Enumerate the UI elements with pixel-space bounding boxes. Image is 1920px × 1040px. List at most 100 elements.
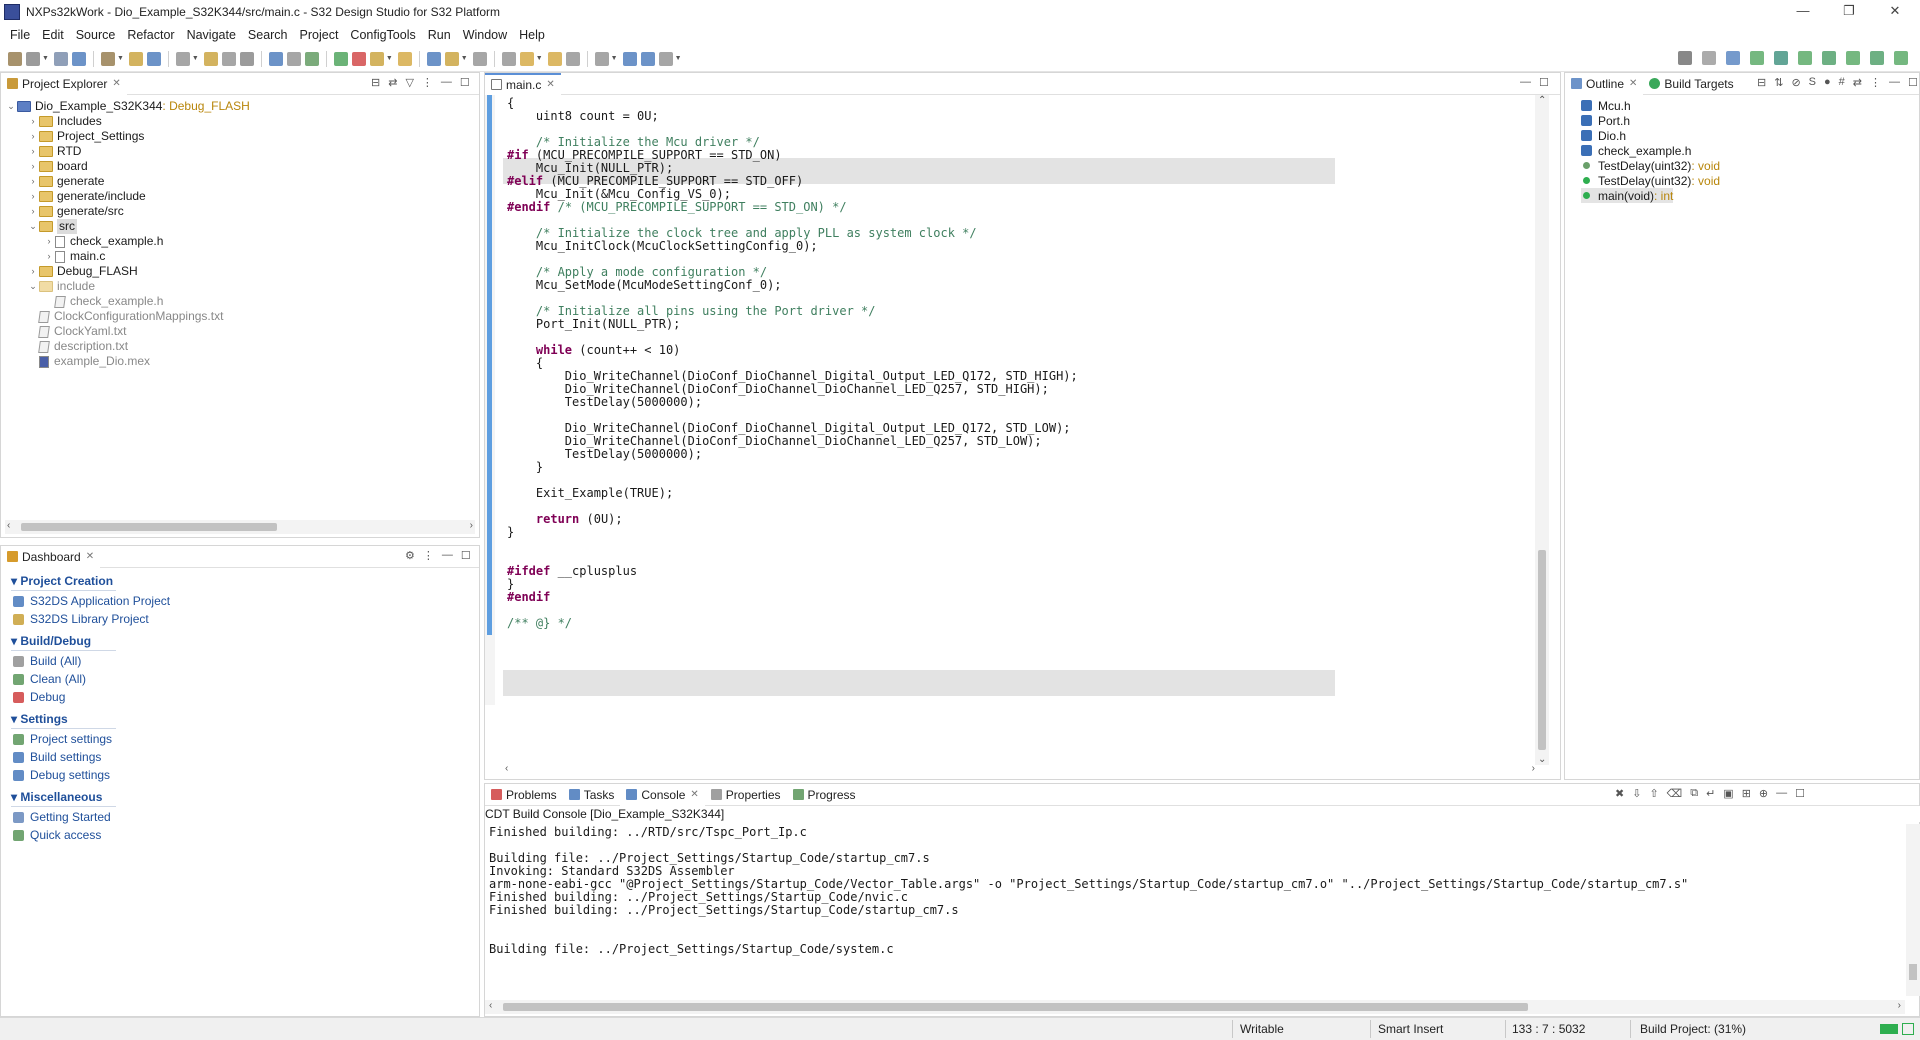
filter-icon[interactable]: ▽ bbox=[405, 76, 413, 89]
expand-chevron-icon[interactable]: › bbox=[43, 249, 55, 264]
outline-item[interactable]: TestDelay(uint32) : void bbox=[1581, 173, 1720, 188]
dashboard-link[interactable]: Build settings bbox=[13, 750, 101, 764]
tree-item[interactable]: › check_example.h bbox=[43, 234, 164, 249]
hide-static-icon[interactable]: S bbox=[1809, 76, 1816, 89]
minimize-view-icon[interactable]: — bbox=[1520, 76, 1531, 89]
perspective-icon[interactable] bbox=[622, 51, 637, 66]
project-root[interactable]: ⌄ Dio_Example_S32K344 : Debug_FLASH bbox=[5, 99, 250, 114]
outline-item[interactable]: main(void) : int bbox=[1581, 188, 1674, 203]
clear-console-icon[interactable]: ⌫ bbox=[1667, 787, 1683, 800]
cut-icon[interactable] bbox=[203, 51, 218, 66]
code-editor[interactable]: { uint8 count = 0U; /* Initialize the Mc… bbox=[485, 95, 1535, 755]
dashboard-link[interactable]: Quick access bbox=[13, 828, 101, 842]
tree-item[interactable]: › generate/include bbox=[27, 189, 146, 204]
last-edit-icon[interactable] bbox=[519, 51, 534, 66]
expand-chevron-icon[interactable]: › bbox=[27, 159, 39, 174]
pin-editor-icon[interactable] bbox=[594, 51, 609, 66]
tree-item[interactable]: ⌄ src bbox=[27, 219, 77, 234]
view-menu-icon[interactable]: ⋮ bbox=[422, 76, 433, 89]
perspective-2-icon[interactable] bbox=[1726, 51, 1740, 65]
search-icon[interactable] bbox=[1678, 51, 1692, 65]
menu-item-configtools[interactable]: ConfigTools bbox=[344, 28, 421, 42]
tree-item[interactable]: › generate/src bbox=[27, 204, 124, 219]
tree-item[interactable]: › Debug_FLASH bbox=[27, 264, 138, 279]
save-all-icon[interactable] bbox=[53, 51, 68, 66]
view-icon[interactable] bbox=[640, 51, 655, 66]
dropdown-arrow-icon[interactable]: ▼ bbox=[675, 55, 682, 62]
maximize-view-icon[interactable]: ☐ bbox=[1908, 76, 1918, 89]
tree-item[interactable]: check_example.h bbox=[43, 294, 163, 309]
minimize-view-icon[interactable]: — bbox=[1776, 787, 1787, 800]
outline-item[interactable]: Port.h bbox=[1581, 113, 1630, 128]
tab-dashboard[interactable]: Dashboard ✕ bbox=[1, 545, 101, 568]
group-includes-icon[interactable]: # bbox=[1839, 76, 1845, 89]
hide-nonpublic-icon[interactable]: ● bbox=[1824, 76, 1831, 89]
import-icon[interactable] bbox=[128, 51, 143, 66]
progress-view-icon[interactable] bbox=[1902, 1023, 1914, 1035]
show-whitespace-icon[interactable] bbox=[444, 51, 459, 66]
expand-chevron-icon[interactable]: › bbox=[27, 204, 39, 219]
expand-chevron-icon[interactable]: › bbox=[27, 144, 39, 159]
tree-item[interactable]: description.txt bbox=[27, 339, 128, 354]
dashboard-link[interactable]: Debug settings bbox=[13, 768, 110, 782]
expand-chevron-icon[interactable]: › bbox=[27, 189, 39, 204]
collapse-all-icon[interactable]: ⊟ bbox=[371, 76, 380, 89]
toggle-highlight-icon[interactable] bbox=[426, 51, 441, 66]
scroll-thumb[interactable] bbox=[503, 1003, 1528, 1011]
console-vertical-scrollbar[interactable] bbox=[1906, 824, 1920, 996]
dropdown-arrow-icon[interactable]: ▼ bbox=[192, 55, 199, 62]
new-console-icon[interactable]: ⊕ bbox=[1759, 787, 1768, 800]
next-annotation-icon[interactable] bbox=[472, 51, 487, 66]
back-icon[interactable] bbox=[547, 51, 562, 66]
perspective-8-icon[interactable] bbox=[1870, 51, 1884, 65]
dashboard-link[interactable]: Clean (All) bbox=[13, 672, 86, 686]
menu-item-navigate[interactable]: Navigate bbox=[181, 28, 242, 42]
tree-item[interactable]: › Project_Settings bbox=[27, 129, 145, 144]
dropdown-arrow-icon[interactable]: ▼ bbox=[461, 55, 468, 62]
outline-item[interactable]: TestDelay(uint32) : void bbox=[1581, 158, 1720, 173]
expand-triangle-icon[interactable]: ▾ bbox=[11, 712, 20, 726]
maximize-button[interactable]: ❐ bbox=[1826, 0, 1872, 24]
forward-icon[interactable] bbox=[565, 51, 580, 66]
tree-item[interactable]: › generate bbox=[27, 174, 105, 189]
prev-annotation-icon[interactable] bbox=[501, 51, 516, 66]
collapse-chevron-icon[interactable]: ⌄ bbox=[5, 99, 17, 114]
scroll-thumb[interactable] bbox=[1909, 964, 1917, 980]
close-icon[interactable]: ✕ bbox=[112, 78, 120, 89]
dropdown-arrow-icon[interactable]: ▼ bbox=[42, 55, 49, 62]
menu-item-project[interactable]: Project bbox=[294, 28, 345, 42]
paste-icon[interactable] bbox=[239, 51, 254, 66]
tab-console[interactable]: Console ✕ bbox=[620, 783, 705, 806]
collapse-all-icon[interactable]: ⊟ bbox=[1757, 76, 1766, 89]
dashboard-link[interactable]: Debug bbox=[13, 690, 65, 704]
expand-chevron-icon[interactable]: › bbox=[27, 129, 39, 144]
open-console-icon[interactable]: ⊞ bbox=[1742, 787, 1751, 800]
perspective-6-icon[interactable] bbox=[1822, 51, 1836, 65]
tab-tasks[interactable]: Tasks bbox=[563, 784, 621, 806]
link-icon[interactable]: ⇄ bbox=[1853, 76, 1862, 89]
open-perspective-icon[interactable] bbox=[658, 51, 673, 66]
minimize-view-icon[interactable]: — bbox=[441, 76, 452, 89]
print-icon[interactable] bbox=[175, 51, 190, 66]
dashboard-section-miscellaneous[interactable]: ▾ Miscellaneous bbox=[11, 790, 102, 804]
run-config-icon[interactable] bbox=[333, 51, 348, 66]
save-icon[interactable] bbox=[26, 51, 40, 66]
view-menu-icon[interactable]: ⋮ bbox=[1870, 76, 1881, 89]
new-icon[interactable] bbox=[8, 51, 22, 66]
dashboard-settings-icon[interactable]: ⚙ bbox=[405, 549, 415, 562]
tree-item[interactable]: example_Dio.mex bbox=[27, 354, 150, 369]
menu-item-window[interactable]: Window bbox=[457, 28, 513, 42]
minimize-button[interactable]: — bbox=[1780, 0, 1826, 24]
menu-item-search[interactable]: Search bbox=[242, 28, 294, 42]
maximize-view-icon[interactable]: ☐ bbox=[461, 549, 471, 562]
perspective-3-icon[interactable] bbox=[1750, 51, 1764, 65]
minimize-view-icon[interactable]: — bbox=[1889, 76, 1900, 89]
dashboard-link[interactable]: Project settings bbox=[13, 732, 112, 746]
expand-chevron-icon[interactable]: › bbox=[27, 114, 39, 129]
copy-icon[interactable]: ⧉ bbox=[1690, 787, 1698, 800]
word-wrap-icon[interactable]: ↵ bbox=[1706, 787, 1715, 800]
dropdown-arrow-icon[interactable]: ▼ bbox=[611, 55, 618, 62]
build-progress-label[interactable]: Build Project: (31%) bbox=[1640, 1022, 1746, 1036]
tree-item[interactable]: ClockYaml.txt bbox=[27, 324, 126, 339]
dashboard-link[interactable]: Build (All) bbox=[13, 654, 81, 668]
